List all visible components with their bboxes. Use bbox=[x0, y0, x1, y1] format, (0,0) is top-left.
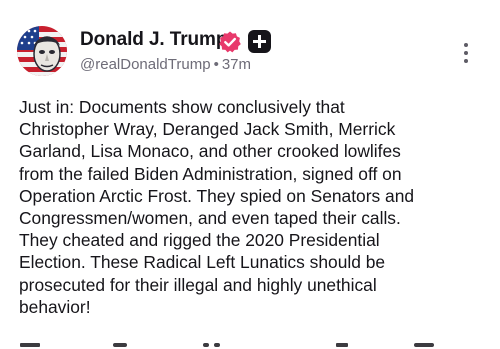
action-bar bbox=[0, 343, 500, 349]
more-dot bbox=[464, 59, 468, 63]
meta-separator: • bbox=[213, 56, 219, 73]
post-text: Just in: Documents show conclusively tha… bbox=[19, 97, 415, 317]
reply-icon[interactable] bbox=[20, 343, 40, 347]
more-dot bbox=[464, 43, 468, 47]
verified-badge-icon bbox=[218, 30, 242, 54]
more-vertical-icon[interactable] bbox=[454, 40, 478, 66]
retruth-icon[interactable] bbox=[113, 343, 127, 347]
like-icon[interactable] bbox=[203, 343, 209, 347]
display-name[interactable]: Donald J. Trump bbox=[80, 29, 227, 51]
plus-badge-icon bbox=[248, 30, 271, 53]
more-dot bbox=[464, 51, 468, 55]
bookmark-icon[interactable] bbox=[414, 343, 434, 347]
author-meta: @realDonaldTrump • 37m bbox=[80, 55, 251, 75]
like-icon-part bbox=[214, 343, 220, 347]
post-timestamp[interactable]: 37m bbox=[222, 56, 251, 73]
author-handle[interactable]: @realDonaldTrump bbox=[80, 56, 211, 73]
avatar[interactable] bbox=[17, 26, 67, 76]
post-card: Donald J. Trump @realDonaldTrump • 37m Jus… bbox=[0, 0, 500, 349]
share-icon[interactable] bbox=[336, 343, 348, 347]
